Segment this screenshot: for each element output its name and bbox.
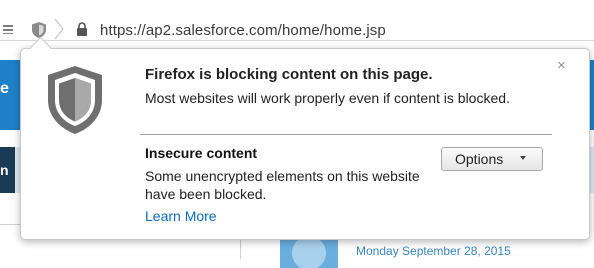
shield-icon [48, 66, 102, 134]
page-date: Monday September 28, 2015 [356, 244, 511, 258]
shield-icon[interactable] [30, 21, 48, 39]
options-label: Options [455, 151, 504, 167]
page-text-fragment: n [0, 162, 9, 178]
panel-description: Most websites will work properly even if… [145, 90, 510, 106]
panel-title: Firefox is blocking content on this page… [145, 66, 433, 83]
page-divider [0, 224, 20, 225]
learn-more-link[interactable]: Learn More [145, 208, 217, 224]
chevron-down-icon [520, 156, 526, 160]
section-title: Insecure content [145, 145, 258, 161]
chevron-right-icon [54, 18, 64, 40]
close-icon[interactable]: × [557, 58, 566, 73]
options-button[interactable]: Options [441, 147, 543, 171]
address-bar: https://ap2.salesforce.com/home/home.jsp [0, 0, 594, 41]
section-description: Some unencrypted elements on this websit… [145, 168, 420, 202]
menu-icon[interactable] [3, 25, 13, 34]
page-text-fragment: e [0, 80, 9, 97]
divider [140, 134, 552, 135]
url-text[interactable]: https://ap2.salesforce.com/home/home.jsp [100, 22, 386, 39]
lock-icon [77, 22, 87, 36]
